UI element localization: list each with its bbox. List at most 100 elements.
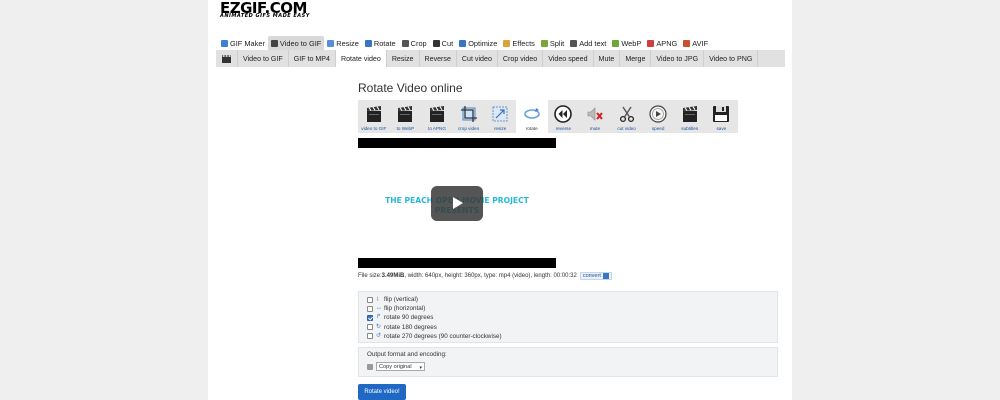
film-icon (216, 50, 238, 67)
nav-label: Effects (512, 38, 535, 48)
nav-label: Add text (579, 38, 607, 48)
nav-label: Cut (441, 38, 454, 48)
subnav-cut-video[interactable]: Cut video (457, 50, 498, 67)
site-logo[interactable]: EZGIF.COM ANIMATED GIFS MADE EASY (220, 1, 316, 19)
tool-label: to WebP (396, 126, 415, 131)
nav-effects[interactable]: Effects (500, 36, 537, 50)
mute-icon (587, 107, 603, 121)
nav-crop[interactable]: Crop (399, 36, 430, 50)
tool-label: subtitles (681, 126, 699, 131)
nav-label: GIF Maker (230, 38, 265, 48)
nav-optimize[interactable]: Optimize (456, 36, 500, 50)
nav-rotate[interactable]: Rotate (362, 36, 399, 50)
rotate-icon (523, 108, 540, 119)
option-checkbox[interactable] (367, 314, 373, 321)
subnav-video-speed[interactable]: Video speed (543, 50, 594, 67)
nav-video-to-gif[interactable]: Video to GIF (267, 36, 325, 50)
tool-cut-video[interactable]: cut video (611, 100, 643, 133)
optimize-icon (459, 39, 467, 47)
rotate-icon (364, 39, 372, 47)
tool-subtitles[interactable]: subtitles (674, 100, 706, 133)
subnav-gif-to-mp4[interactable]: GIF to MP4 (289, 50, 336, 67)
option-row: ↨ flip (vertical) (367, 295, 777, 304)
speedometer-icon (649, 105, 667, 123)
effects-icon (503, 39, 511, 47)
output-format-label: Output format and encoding: (367, 351, 447, 358)
chevron-down-icon: ▾ (419, 365, 422, 371)
nav-label: AVIF (692, 38, 709, 48)
tool-to-webp[interactable]: to WebP (390, 100, 422, 133)
subnav-reverse[interactable]: Reverse (420, 50, 457, 67)
video-sub-navigation: Video to GIF GIF to MP4 Rotate video Resize… (216, 50, 785, 67)
subnav-crop-video[interactable]: Crop video (498, 50, 544, 67)
nav-label: Rotate (373, 38, 396, 48)
nav-cut[interactable]: Cut (430, 36, 457, 50)
tool-label: speed (651, 126, 665, 131)
nav-resize[interactable]: Resize (324, 36, 362, 50)
rotate-options-panel: ↨ flip (vertical) ↔ flip (horizontal) ↱ rotat… (358, 291, 778, 343)
tool-save[interactable]: save (706, 100, 738, 133)
rotate-270-icon: ↺ (376, 332, 382, 339)
tool-reverse[interactable]: reverse (548, 100, 580, 133)
file-size-label: File size: (358, 273, 382, 279)
nav-label: Optimize (468, 38, 498, 48)
subnav-mute[interactable]: Mute (594, 50, 621, 67)
option-checkbox[interactable] (367, 333, 373, 340)
tool-resize[interactable]: resize (484, 100, 516, 133)
option-label[interactable]: flip (vertical) (384, 296, 418, 303)
output-format-panel: Output format and encoding: Copy origina… (358, 347, 778, 377)
option-label[interactable]: rotate 90 degrees (384, 314, 433, 321)
nav-label: APNG (656, 38, 678, 48)
subnav-rotate-video[interactable]: Rotate video (335, 50, 387, 67)
nav-label: Video to GIF (279, 38, 322, 48)
nav-gif-maker[interactable]: GIF Maker (218, 36, 268, 50)
letterbox-bottom (358, 258, 556, 268)
option-checkbox[interactable] (367, 305, 373, 312)
webp-icon (612, 39, 620, 47)
tool-label: video to GIF (361, 126, 387, 131)
subnav-merge[interactable]: Merge (620, 50, 652, 67)
option-label[interactable]: flip (horizontal) (384, 305, 425, 312)
nav-apng[interactable]: APNG (644, 36, 680, 50)
file-size-value: 3.49MiB (381, 273, 405, 279)
tool-label: crop video (457, 126, 480, 131)
add-text-icon (570, 39, 578, 47)
gif-maker-icon (221, 39, 228, 47)
subnav-video-to-png[interactable]: Video to PNG (704, 50, 759, 67)
crop-icon (460, 106, 477, 122)
rotate-180-icon: ↻ (376, 323, 382, 330)
clapperboard-icon (366, 106, 381, 122)
option-checkbox[interactable] (367, 324, 373, 331)
tool-label: reverse (555, 126, 572, 131)
nav-label: Resize (336, 38, 359, 48)
subnav-video-to-gif[interactable]: Video to GIF (238, 50, 289, 67)
option-row: ↱ rotate 90 degrees (367, 313, 777, 322)
scissors-icon (619, 106, 634, 123)
play-button[interactable] (431, 186, 483, 221)
file-info: File size: 3.49MiB , width: 640px, heigh… (358, 272, 612, 280)
tool-to-apng[interactable]: to APNG (421, 100, 453, 133)
option-checkbox[interactable] (367, 296, 373, 303)
tool-speed[interactable]: speed (642, 100, 674, 133)
tool-crop-video[interactable]: crop video (453, 100, 485, 133)
subnav-resize[interactable]: Resize (387, 50, 420, 67)
tool-label: resize (494, 126, 507, 131)
rotate-video-button[interactable]: Rotate video! (358, 384, 406, 400)
output-format-select[interactable]: Copy original ▾ (376, 362, 425, 371)
nav-split[interactable]: Split (538, 36, 567, 50)
nav-add-text[interactable]: Add text (567, 36, 609, 50)
convert-button[interactable]: convert (579, 272, 612, 280)
tool-video-to-gif[interactable]: video to GIF (358, 100, 390, 133)
nav-webp[interactable]: WebP (609, 36, 644, 50)
nav-avif[interactable]: AVIF (680, 36, 711, 50)
option-label[interactable]: rotate 270 degrees (90 counter-clockwise… (384, 333, 502, 340)
cut-icon (432, 39, 440, 47)
subnav-video-to-jpg[interactable]: Video to JPG (651, 50, 705, 67)
tool-toolbar: video to GIF to WebP to APNG crop video resi… (358, 100, 738, 133)
tool-rotate[interactable]: rotate (515, 100, 548, 133)
video-player[interactable]: THE PEACH OPEN MOVIE PROJECT PRESENTS (358, 138, 556, 268)
option-label[interactable]: rotate 180 degrees (384, 324, 437, 331)
main-navigation: GIF Maker Video to GIF Resize Rotate Crop Cut… (218, 36, 711, 50)
film-icon (270, 39, 278, 47)
tool-mute[interactable]: mute (579, 100, 611, 133)
